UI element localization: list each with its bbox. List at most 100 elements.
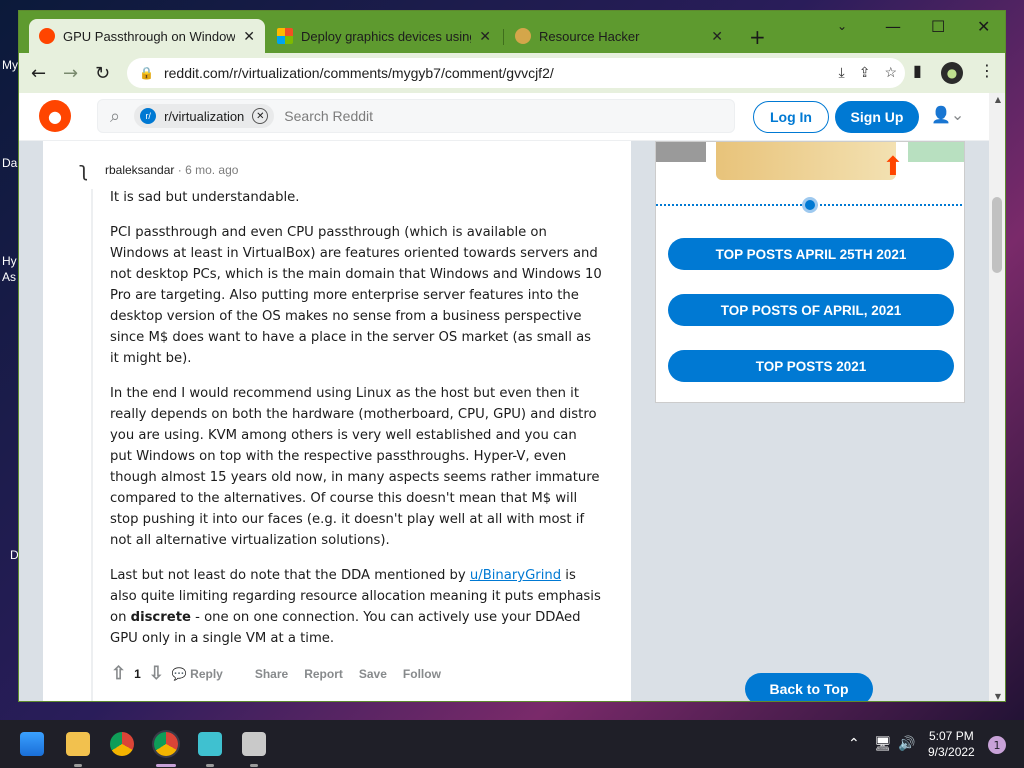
forward-arrow-icon[interactable]: →	[63, 63, 78, 84]
running-indicator	[74, 764, 82, 767]
search-icon: ⌕	[110, 105, 121, 127]
address-bar[interactable]: 🔒 reddit.com/r/virtualization/comments/m…	[127, 58, 905, 88]
url-text[interactable]: reddit.com/r/virtualization/comments/myg…	[164, 65, 554, 81]
reply-label: Reply	[190, 666, 223, 681]
top-posts-month-button[interactable]: TOP POSTS OF APRIL, 2021	[668, 294, 954, 326]
user-mention-link[interactable]: u/BinaryGrind	[470, 568, 561, 583]
bold-text: discrete	[130, 610, 191, 625]
reddit-favicon-icon	[39, 28, 55, 44]
comment-author[interactable]: rbaleksandar	[105, 163, 174, 177]
server-app-icon[interactable]	[198, 732, 222, 756]
volume-icon[interactable]: 🔊	[898, 736, 915, 752]
tab-title: GPU Passthrough on Windows H	[63, 28, 236, 44]
desktop-icon-label[interactable]: Da	[2, 156, 17, 170]
desktop-icon-label[interactable]: As	[2, 270, 16, 284]
vote-count: 1	[134, 666, 141, 681]
comment-paragraph: It is sad but understandable.	[110, 190, 300, 205]
reddit-logo-icon[interactable]: ●	[39, 100, 71, 132]
user-avatar-icon[interactable]: ʅ	[79, 157, 107, 185]
subreddit-filter-chip[interactable]: r/ r/virtualization ✕	[134, 104, 275, 128]
comment-paragraph: In the end I would recommend using Linux…	[110, 386, 600, 548]
page-content: ʅ rbaleksandar · 6 mo. ago It is sad but…	[19, 141, 991, 701]
clear-filter-icon[interactable]: ✕	[252, 108, 269, 124]
clock-time: 5:07 PM	[929, 729, 974, 743]
top-posts-day-button[interactable]: TOP POSTS APRIL 25TH 2021	[668, 238, 954, 270]
comment-time[interactable]: 6 mo. ago	[185, 163, 238, 177]
top-posts-year-button[interactable]: TOP POSTS 2021	[668, 350, 954, 382]
bookmark-star-icon[interactable]: ☆	[884, 64, 897, 81]
minimize-icon[interactable]: —	[885, 17, 901, 36]
share-button[interactable]: Share	[255, 667, 288, 681]
maximize-icon[interactable]: ☐	[931, 17, 945, 36]
scroll-up-icon[interactable]: ▲	[995, 95, 1001, 104]
scroll-down-icon[interactable]: ▼	[995, 692, 1001, 701]
scrollbar[interactable]: ▲ ▼	[989, 93, 1005, 701]
running-indicator	[250, 764, 258, 767]
more-menu-icon[interactable]: ⋮	[979, 61, 995, 80]
tab-search-chevron-icon[interactable]: ⌄	[837, 19, 847, 33]
share-icon[interactable]: ⇪	[859, 64, 871, 81]
tab-deploy-graphics[interactable]: Deploy graphics devices using D ✕	[267, 19, 501, 53]
sidebar-image	[656, 142, 706, 162]
new-tab-icon[interactable]: +	[749, 25, 766, 49]
file-explorer-icon[interactable]	[66, 732, 90, 756]
active-indicator	[156, 764, 176, 767]
reddit-header: ● ⌕ r/ r/virtualization ✕ Search Reddit …	[19, 93, 991, 141]
lock-icon[interactable]: 🔒	[139, 66, 154, 80]
running-indicator	[206, 764, 214, 767]
carousel-knob[interactable]	[802, 197, 818, 213]
user-menu-icon[interactable]: 👤⌄	[931, 105, 964, 124]
network-icon[interactable]: 🖥	[874, 736, 892, 752]
clock-date: 9/3/2022	[928, 745, 975, 759]
search-input[interactable]: Search Reddit	[284, 108, 373, 124]
reload-icon[interactable]: ↻	[95, 63, 110, 84]
close-tab-icon[interactable]: ✕	[479, 28, 491, 45]
chrome-icon[interactable]	[110, 732, 134, 756]
taskbar: ⌃ 🖥 🔊 5:07 PM 9/3/2022 1	[0, 720, 1024, 768]
install-app-icon[interactable]: ⤓	[839, 64, 845, 81]
report-button[interactable]: Report	[304, 667, 343, 681]
profile-avatar[interactable]: ●	[941, 62, 963, 84]
upvote-arrow-icon: ⬆	[882, 152, 904, 182]
sidebar-image	[716, 142, 896, 180]
comment-card: ʅ rbaleksandar · 6 mo. ago It is sad but…	[43, 141, 631, 701]
side-panel-icon[interactable]: ▮	[913, 61, 922, 80]
chrome-profile-icon[interactable]	[154, 732, 178, 756]
comment-paragraph: Last but not least do note that the DDA …	[110, 565, 602, 649]
tab-strip: GPU Passthrough on Windows H ✕ Deploy gr…	[19, 11, 1005, 53]
save-button[interactable]: Save	[359, 667, 387, 681]
comment-body: It is sad but understandable. PCI passth…	[110, 187, 602, 663]
close-window-icon[interactable]: ✕	[977, 17, 990, 36]
sidebar-card: ⬆ TOP POSTS APRIL 25TH 2021 TOP POSTS OF…	[655, 141, 965, 403]
tab-resource-hacker[interactable]: Resource Hacker ✕	[505, 19, 733, 53]
tab-title: Deploy graphics devices using D	[301, 28, 472, 44]
notification-badge[interactable]: 1	[988, 736, 1006, 754]
follow-button[interactable]: Follow	[403, 667, 441, 681]
search-bar[interactable]: ⌕ r/ r/virtualization ✕ Search Reddit	[97, 99, 735, 133]
paragraph-text: Last but not least do note that the DDA …	[110, 568, 470, 583]
close-tab-icon[interactable]: ✕	[243, 28, 255, 45]
tray-chevron-icon[interactable]: ⌃	[848, 736, 860, 752]
tab-title: Resource Hacker	[539, 28, 640, 44]
tool-app-icon[interactable]	[242, 732, 266, 756]
browser-window: GPU Passthrough on Windows H ✕ Deploy gr…	[18, 10, 1006, 702]
reply-button[interactable]: 💬 Reply	[172, 667, 239, 681]
desktop-icon-label[interactable]: Hy	[2, 254, 17, 268]
desktop-icon-label[interactable]: My	[2, 58, 18, 72]
upvote-icon[interactable]: ⇧	[111, 663, 126, 684]
scrollbar-thumb[interactable]	[992, 197, 1002, 273]
close-tab-icon[interactable]: ✕	[711, 28, 723, 45]
downvote-icon[interactable]: ⇩	[149, 663, 164, 684]
tab-separator	[503, 29, 504, 45]
subreddit-icon: r/	[140, 108, 157, 124]
tab-gpu-passthrough[interactable]: GPU Passthrough on Windows H ✕	[29, 19, 265, 53]
back-to-top-button[interactable]: Back to Top	[745, 673, 873, 701]
login-button[interactable]: Log In	[753, 101, 829, 133]
back-arrow-icon[interactable]: ←	[31, 63, 46, 84]
windows-start-icon[interactable]	[20, 732, 44, 756]
comment-paragraph: PCI passthrough and even CPU passthrough…	[110, 225, 602, 366]
thread-line[interactable]	[91, 189, 93, 701]
sidebar-image	[908, 142, 964, 162]
signup-button[interactable]: Sign Up	[835, 101, 919, 133]
system-clock[interactable]: 5:07 PM 9/3/2022	[928, 728, 975, 760]
